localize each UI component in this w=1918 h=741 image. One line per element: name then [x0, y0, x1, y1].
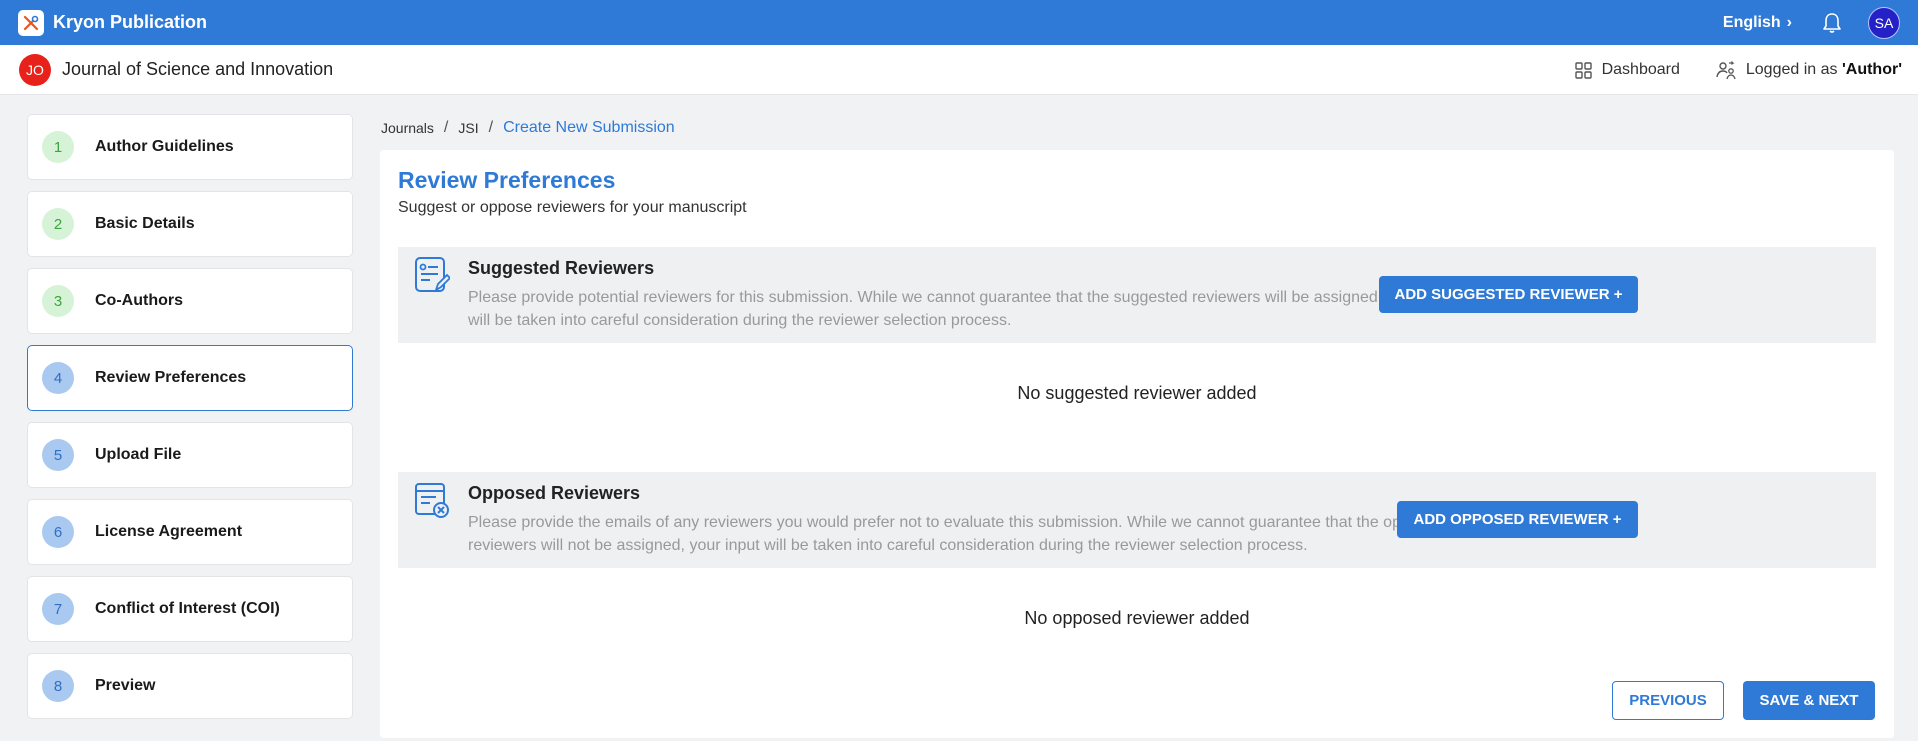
step-label: Basic Details: [95, 215, 195, 232]
page-subtitle: Suggest or oppose reviewers for your man…: [398, 199, 747, 216]
breadcrumb: Journals / JSI / Create New Submission: [381, 118, 675, 138]
journal-badge: JO: [19, 53, 51, 86]
step-1[interactable]: 1 Author Guidelines: [27, 114, 353, 180]
step-7[interactable]: 7 Conflict of Interest (COI): [27, 576, 353, 642]
users-switch-icon: [1716, 61, 1736, 80]
opposed-reviewers-panel: Opposed Reviewers Please provide the ema…: [398, 472, 1876, 568]
journal-title: Journal of Science and Innovation: [62, 59, 334, 79]
step-5[interactable]: 5 Upload File: [27, 422, 353, 488]
suggested-reviewers-panel: Suggested Reviewers Please provide poten…: [398, 247, 1876, 343]
step-2[interactable]: 2 Basic Details: [27, 191, 353, 257]
add-opposed-reviewer-button[interactable]: ADD OPPOSED REVIEWER +: [1397, 501, 1638, 538]
review-preferences-card: Review Preferences Suggest or oppose rev…: [380, 150, 1894, 738]
brand[interactable]: Kryon Publication: [18, 9, 208, 36]
previous-button[interactable]: PREVIOUS: [1612, 681, 1724, 720]
top-app-bar: Kryon Publication English › SA: [0, 0, 1918, 45]
suggested-reviewers-title: Suggested Reviewers: [468, 258, 655, 278]
step-6[interactable]: 6 License Agreement: [27, 499, 353, 565]
breadcrumb-jsi[interactable]: JSI: [458, 120, 478, 136]
step-label: Preview: [95, 677, 156, 694]
step-number: 3: [42, 285, 74, 317]
step-number: 6: [42, 516, 74, 548]
step-number: 5: [42, 439, 74, 471]
logged-in-role-name: 'Author': [1841, 61, 1902, 78]
step-label: Author Guidelines: [95, 138, 234, 155]
logged-in-prefix: Logged in as: [1745, 61, 1842, 78]
notifications-bell-icon[interactable]: [1822, 12, 1842, 34]
dashboard-link[interactable]: Dashboard: [1574, 61, 1680, 79]
step-number: 7: [42, 593, 74, 625]
step-label: Conflict of Interest (COI): [95, 600, 280, 617]
reviewer-list-icon: [414, 256, 452, 299]
chevron-right-icon: ›: [1786, 13, 1792, 31]
logged-in-role: Logged in as 'Author': [1716, 60, 1902, 80]
language-label: English: [1722, 13, 1781, 31]
submission-steps: 1 Author Guidelines 2 Basic Details 3 Co-Auth…: [27, 114, 353, 730]
language-selector[interactable]: English ›: [1723, 14, 1792, 32]
save-next-button[interactable]: SAVE & NEXT: [1743, 681, 1875, 720]
step-4[interactable]: 4 Review Preferences: [27, 345, 353, 411]
breadcrumb-current: Create New Submission: [503, 119, 675, 136]
step-number: 8: [42, 670, 74, 702]
journal-header: JO Journal of Science and Innovation Das…: [0, 45, 1918, 95]
step-label: Co-Authors: [95, 292, 183, 309]
dashboard-label: Dashboard: [1601, 61, 1680, 78]
step-label: Review Preferences: [95, 369, 247, 386]
step-number: 1: [42, 131, 74, 163]
breadcrumb-separator: /: [443, 119, 449, 136]
step-8[interactable]: 8 Preview: [27, 653, 353, 719]
step-number: 4: [42, 362, 74, 394]
page-title: Review Preferences: [398, 167, 616, 193]
opposed-reviewers-title: Opposed Reviewers: [468, 483, 641, 503]
add-suggested-reviewer-button[interactable]: ADD SUGGESTED REVIEWER +: [1379, 276, 1638, 313]
grid-icon: [1574, 61, 1592, 79]
reviewer-remove-icon: [414, 481, 450, 524]
app-name: Kryon Publication: [53, 12, 208, 32]
step-label: Upload File: [95, 446, 182, 463]
step-label: License Agreement: [95, 523, 243, 540]
breadcrumb-journals[interactable]: Journals: [381, 120, 434, 136]
suggested-reviewers-description: Please provide potential reviewers for t…: [468, 289, 1457, 329]
kryon-logo-icon: [18, 9, 44, 36]
step-3[interactable]: 3 Co-Authors: [27, 268, 353, 334]
breadcrumb-separator: /: [488, 119, 494, 136]
suggested-reviewers-empty: No suggested reviewer added: [1017, 383, 1257, 403]
opposed-reviewers-description: Please provide the emails of any reviewe…: [468, 514, 1445, 554]
opposed-reviewers-empty: No opposed reviewer added: [1024, 608, 1250, 628]
user-avatar[interactable]: SA: [1868, 6, 1900, 39]
step-number: 2: [42, 208, 74, 240]
